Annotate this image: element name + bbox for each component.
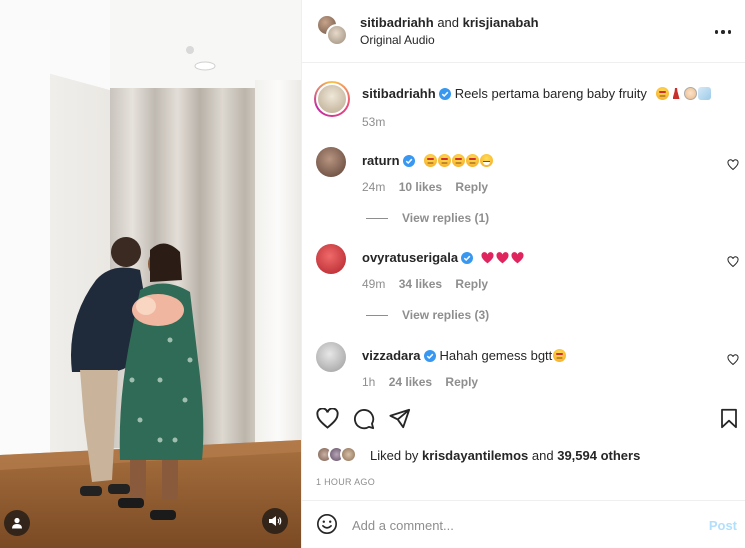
red-heart-emoji [481,252,494,264]
user-icon [12,517,22,529]
comment-input[interactable] [352,513,682,537]
red-heart-emoji [511,252,524,264]
reply-button[interactable]: Reply [455,277,488,291]
comment-username[interactable]: vizzadara [362,348,421,363]
verified-icon [438,88,451,100]
avatar[interactable] [316,342,346,372]
likes-prefix: Liked by [370,447,419,463]
grinning-emoji [480,154,494,167]
sound-icon [269,516,282,526]
caption-text: Reels pertama bareng baby fruity [454,86,647,101]
author-link[interactable]: sitibadriahh [360,15,434,30]
comment-item: vizzadara Hahah gemess bgtt 1h 24 likes R… [316,342,745,402]
post-age[interactable]: 1 HOUR AGO [316,477,375,487]
avatar[interactable] [316,244,346,274]
comment-time: 49m [362,277,386,291]
comment-likes[interactable]: 34 likes [399,277,442,291]
comment-meta: 49m 34 likes Reply [362,277,498,291]
emoji-icon[interactable] [316,513,338,535]
unicorn-emoji [697,87,711,100]
red-heart-emoji [496,252,509,264]
tagged-users-button[interactable] [4,510,30,536]
likes-summary[interactable]: Liked by krisdayantilemos and 39,594 oth… [316,444,640,466]
post-sidebar: sitibadriahh and krisjianabah Original A… [301,0,745,548]
reply-button[interactable]: Reply [445,375,478,389]
heart-icon[interactable] [727,256,739,268]
reel-video[interactable] [0,0,301,548]
avatar [326,24,348,46]
view-replies-button[interactable]: View replies (1) [366,211,489,225]
liker-avatars [316,445,366,465]
others-link[interactable]: 39,594 others [557,448,640,463]
star-struck-emoji [452,154,466,167]
collab-avatars[interactable] [316,14,350,48]
comment-text: Hahah gemess bgtt [439,348,553,363]
comment-meta: 1h 24 likes Reply [362,375,488,389]
names-joiner: and [437,15,460,30]
heart-icon[interactable] [727,354,739,366]
likes-middle: and [531,447,554,463]
star-struck-emoji [655,87,669,100]
comment-item: raturn 24m 10 likes Reply [316,147,745,207]
comment-meta: 24m 10 likes Reply [362,180,498,194]
heart-icon[interactable] [316,408,339,429]
baby-emoji [683,87,697,100]
caption-username[interactable]: sitibadriahh [362,86,436,101]
view-replies-button[interactable]: View replies (3) [366,308,489,322]
liker-link[interactable]: krisdayantilemos [422,448,528,463]
verified-icon [461,252,474,264]
comment-time: 1h [362,375,376,389]
avatar[interactable] [316,147,346,177]
sound-toggle-button[interactable] [262,508,288,534]
caption-time: 53m [362,115,386,129]
verified-icon [402,155,415,167]
comment-item: ovyratuserigala 49m 34 likes Reply [316,244,745,304]
comment-likes[interactable]: 24 likes [389,375,432,389]
comment-icon[interactable] [353,408,375,430]
bookmark-icon[interactable] [720,408,738,429]
share-icon[interactable] [389,408,411,429]
add-comment-bar: Post [302,500,745,548]
star-struck-emoji [424,154,438,167]
verified-icon [423,350,436,362]
video-frame [0,0,301,548]
star-struck-emoji [438,154,452,167]
story-ring-avatar[interactable] [314,81,350,117]
collab-names: sitibadriahh and krisjianabah [360,15,539,30]
post-button[interactable]: Post [709,518,737,533]
post-header: sitibadriahh and krisjianabah Original A… [302,0,745,63]
action-bar [302,400,745,440]
star-struck-emoji [553,349,567,362]
comment-likes[interactable]: 10 likes [399,180,442,194]
comments-list[interactable]: sitibadriahh Reels pertama bareng baby fr… [302,63,745,400]
comment-time: 24m [362,180,386,194]
comment-username[interactable]: ovyratuserigala [362,250,458,265]
reply-button[interactable]: Reply [455,180,488,194]
heart-icon[interactable] [727,159,739,171]
comment-username[interactable]: raturn [362,153,400,168]
coauthor-link[interactable]: krisjianabah [463,15,539,30]
star-struck-emoji [466,154,480,167]
dancer-emoji [670,87,683,100]
more-icon[interactable] [711,22,735,42]
audio-link[interactable]: Original Audio [360,33,435,47]
